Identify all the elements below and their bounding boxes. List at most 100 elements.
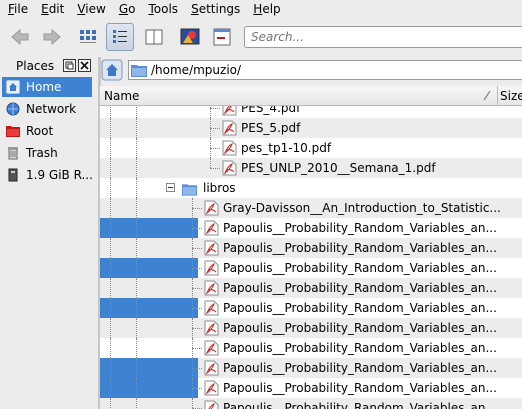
home-icon: [6, 80, 20, 94]
pdf-file-icon: [222, 140, 237, 156]
menu-mnemonic: S: [191, 2, 199, 16]
folder-icon: [182, 184, 197, 196]
tree-line: [136, 106, 137, 118]
tree-line: [110, 338, 111, 358]
pdf-file-icon: [204, 340, 219, 356]
menu-view[interactable]: View: [69, 0, 110, 18]
detach-panel-button[interactable]: [63, 59, 76, 72]
file-row[interactable]: PES_5.pdf: [100, 118, 522, 138]
search-input[interactable]: [244, 26, 522, 48]
file-row[interactable]: Papoulis__Probability_Random_Variables_a…: [100, 278, 522, 298]
file-row[interactable]: Papoulis__Probability_Random_Variables_a…: [100, 398, 522, 409]
tree-line: [110, 178, 111, 198]
pdf-file-icon: [204, 280, 219, 296]
file-row[interactable]: Papoulis__Probability_Random_Variables_a…: [100, 378, 522, 398]
file-name: Papoulis__Probability_Random_Variables_a…: [223, 281, 497, 295]
file-name: Papoulis__Probability_Random_Variables_a…: [223, 381, 497, 395]
menu-tools[interactable]: Tools: [140, 0, 183, 18]
arrow-right-icon: [43, 28, 61, 46]
tree-line: [136, 398, 137, 409]
file-name: Papoulis__Probability_Random_Variables_a…: [223, 321, 497, 335]
tree-line: [110, 106, 111, 118]
file-name: PES_5.pdf: [241, 121, 301, 135]
selection-highlight: [100, 378, 198, 398]
minus-icon: [168, 187, 173, 188]
file-row[interactable]: Papoulis__Probability_Random_Variables_a…: [100, 358, 522, 378]
file-name: pes_tp1-10.pdf: [241, 141, 332, 155]
back-button[interactable]: [6, 23, 34, 51]
file-list: PES_4.pdf PES_5.pdf pes_tp1-10.pdf PES_UNLP…: [100, 106, 522, 409]
selection-highlight: [100, 298, 198, 318]
file-name: PES_4.pdf: [241, 106, 301, 115]
preview-button[interactable]: [176, 23, 204, 51]
close-panel-button[interactable]: [78, 59, 91, 72]
icon-view-button[interactable]: [74, 23, 102, 51]
column-size-header[interactable]: Size: [500, 89, 522, 103]
tree-branch: [192, 268, 202, 269]
place-item-1-9-gib-r[interactable]: 1.9 GiB R...: [2, 165, 93, 185]
detail-view-button[interactable]: [106, 23, 134, 51]
pdf-file-icon: [204, 320, 219, 336]
file-name: Gray-Davisson__An_Introduction_to_Statis…: [223, 201, 501, 215]
split-button[interactable]: [208, 23, 236, 51]
file-row[interactable]: Papoulis__Probability_Random_Variables_a…: [100, 318, 522, 338]
tree-line: [110, 138, 111, 158]
tree-line: [136, 258, 137, 278]
place-item-network[interactable]: Network: [2, 99, 92, 119]
tree-line: [136, 198, 137, 218]
file-row[interactable]: Papoulis__Probability_Random_Variables_a…: [100, 258, 522, 278]
forward-button[interactable]: [38, 23, 66, 51]
tree-line: [136, 218, 137, 238]
place-item-root[interactable]: Root: [2, 121, 92, 141]
place-item-trash[interactable]: Trash: [2, 143, 92, 163]
tree-branch: [192, 388, 202, 389]
file-row[interactable]: Papoulis__Probability_Random_Variables_a…: [100, 218, 522, 238]
file-row[interactable]: Gray-Davisson__An_Introduction_to_Statis…: [100, 198, 522, 218]
place-label: Root: [26, 124, 54, 138]
network-icon: [6, 102, 20, 116]
preview-icon: [180, 28, 200, 45]
column-name-header[interactable]: Name: [104, 89, 139, 103]
sort-indicator-icon: [483, 90, 491, 101]
menu-file[interactable]: File: [0, 0, 33, 18]
collapse-toggle[interactable]: [166, 183, 175, 192]
menu-mnemonic: G: [118, 2, 129, 16]
file-row[interactable]: PES_4.pdf: [100, 106, 522, 118]
menubar: File Edit View Go Tools Settings Help: [0, 0, 522, 18]
menu-label-rest: ettings: [198, 2, 241, 16]
menu-edit[interactable]: Edit: [33, 0, 69, 18]
place-label: Home: [26, 80, 62, 94]
tree-branch: [210, 148, 220, 149]
pdf-file-icon: [204, 400, 219, 409]
file-name: Papoulis__Probability_Random_Variables_a…: [223, 401, 497, 409]
place-item-home[interactable]: Home: [2, 77, 92, 97]
tree-line: [136, 178, 137, 198]
split-icon: [213, 28, 231, 46]
file-row[interactable]: PES_UNLP_2010__Semana_1.pdf: [100, 158, 522, 178]
pdf-file-icon: [204, 260, 219, 276]
file-row[interactable]: Papoulis__Probability_Random_Variables_a…: [100, 338, 522, 358]
path-input[interactable]: /home/mpuzio/: [128, 60, 522, 80]
selection-highlight: [100, 258, 198, 278]
file-row[interactable]: pes_tp1-10.pdf: [100, 138, 522, 158]
trash-icon: [8, 147, 18, 160]
places-panel: Home Network Root Trash 1.9 GiB R...: [0, 77, 98, 409]
compact-view-button[interactable]: [140, 23, 168, 51]
file-name: PES_UNLP_2010__Semana_1.pdf: [241, 161, 436, 175]
tree-line: [110, 378, 111, 398]
file-row[interactable]: Papoulis__Probability_Random_Variables_a…: [100, 298, 522, 318]
tree-line: [136, 138, 137, 158]
menu-label-rest: elp: [262, 2, 281, 16]
menu-help[interactable]: Help: [245, 0, 285, 18]
column-separator[interactable]: [497, 86, 498, 105]
tree-line: [110, 258, 111, 278]
file-row[interactable]: Papoulis__Probability_Random_Variables_a…: [100, 238, 522, 258]
place-label: 1.9 GiB R...: [26, 168, 93, 182]
folder-row[interactable]: libros: [100, 178, 522, 198]
tree-branch: [192, 248, 202, 249]
detail-view-icon: [113, 30, 127, 43]
tree-line: [110, 318, 111, 338]
menu-settings[interactable]: Settings: [183, 0, 245, 18]
menu-go[interactable]: Go: [111, 0, 141, 18]
home-location-button[interactable]: [100, 59, 124, 81]
